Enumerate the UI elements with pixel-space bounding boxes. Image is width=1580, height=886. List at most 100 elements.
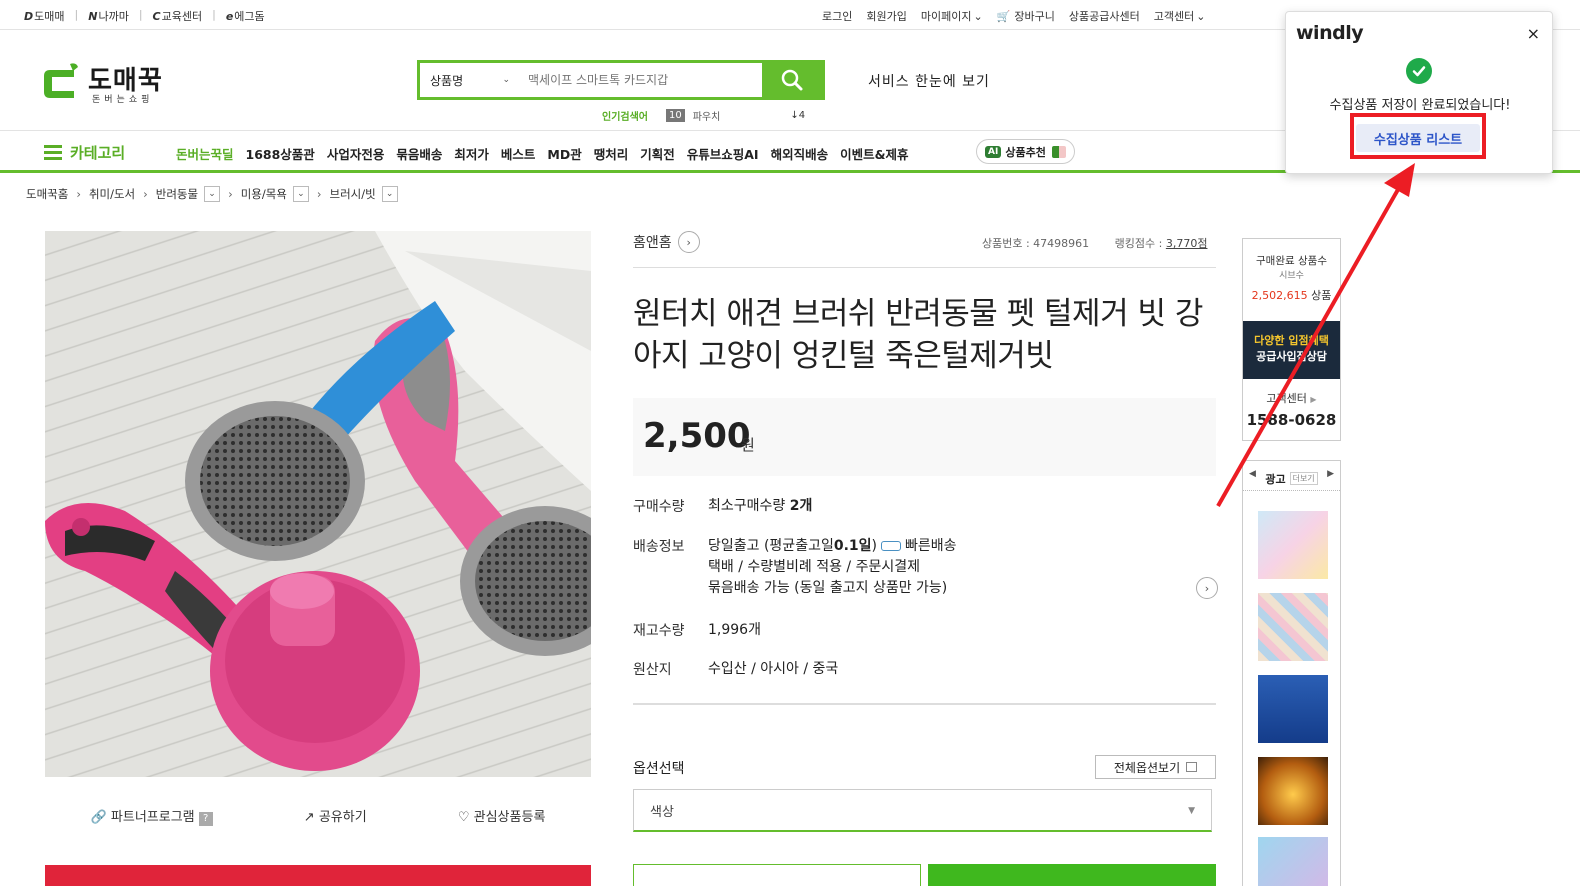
windly-popup: windly × 수집상품 저장이 완료되었습니다! 수집상품 리스트 (1285, 11, 1553, 174)
search-category-select[interactable]: 상품명 ⌄ (420, 63, 518, 97)
service-overview-link[interactable]: 서비스 한눈에 보기 (868, 71, 990, 91)
close-icon[interactable]: × (1527, 24, 1540, 43)
heart-icon: ♡ (457, 810, 470, 825)
family-site-domeme[interactable]: D 도매매 (24, 8, 65, 24)
banner-line2: 공급사입점상담 (1256, 350, 1327, 363)
logo-mark-icon (44, 63, 78, 98)
ad-thumbnail[interactable] (1258, 511, 1328, 579)
product-actions: 🔗 파트너프로그램? ↗ 공유하기 ♡ 관심상품등록 (45, 806, 591, 826)
ad-thumbnail[interactable] (1258, 593, 1328, 661)
separator: | (138, 8, 143, 21)
ad-thumbnail[interactable] (1258, 837, 1328, 886)
shipping-detail-chevron-icon[interactable]: › (1196, 577, 1218, 599)
ai-recommend-button[interactable]: AI 상품추천 (976, 139, 1075, 164)
chevron-right-icon: › (228, 187, 233, 201)
cs-label: 고객센터 (1266, 392, 1307, 405)
supplier-center-link[interactable]: 상품공급사센터 (1069, 8, 1140, 24)
family-site-education[interactable]: C 교육센터 (153, 8, 203, 24)
wishlist-button[interactable]: ♡ 관심상품등록 (458, 806, 546, 826)
nav-item-business[interactable]: 사업자전용 (327, 144, 385, 163)
breadcrumb-level2[interactable]: 반려동물 (156, 186, 198, 202)
popup-brand: windly (1296, 22, 1364, 44)
breadcrumb-level1[interactable]: 취미/도서 (89, 186, 135, 202)
cs-link[interactable]: 고객센터 ▶ (1243, 390, 1340, 406)
shipping-key: 배송정보 (633, 539, 685, 555)
origin-row: 원산지 수입산 / 아시아 / 중국 (633, 659, 838, 680)
ad-thumbnail[interactable] (1258, 757, 1328, 825)
breadcrumb-dropdown[interactable]: ⌄ (204, 186, 221, 202)
popular-keywords: 인기검색어 10 파우치 ↓4 (602, 108, 805, 123)
search-input[interactable] (518, 63, 762, 97)
search-button[interactable] (762, 63, 822, 97)
cart-icon: 🛒 (996, 10, 1011, 23)
price-currency: 원 (741, 436, 755, 454)
caret-right-icon: ▶ (1310, 395, 1317, 404)
nav-item-special[interactable]: 기획전 (640, 144, 675, 163)
buy-now-button[interactable] (928, 864, 1216, 886)
domeme-mark: D (24, 9, 34, 23)
qty-key: 구매수량 (633, 499, 685, 515)
separator: | (212, 8, 216, 21)
category-menu-button[interactable]: 카테고리 (44, 142, 125, 163)
login-link[interactable]: 로그인 (822, 8, 852, 24)
ship-line2: 택배 / 수량별비례 적용 / 주문시결제 (708, 559, 921, 575)
nav-item-lowest[interactable]: 최저가 (454, 144, 489, 163)
product-number: 상품번호 : 47498961 (982, 237, 1090, 250)
chevron-right-icon: › (316, 187, 322, 201)
nav-item-deal[interactable]: 돈버는꾹딜 (176, 144, 234, 163)
cart-add-button[interactable] (633, 864, 921, 886)
qty-bold: 2개 (789, 498, 813, 514)
stock-key: 재고수량 (633, 623, 685, 639)
share-button[interactable]: ↗ 공유하기 (304, 806, 367, 826)
nav-item-youtube[interactable]: 유튜브쇼핑AI (687, 144, 759, 163)
supplier-banner[interactable]: 다양한 입점혜택 공급사입점상담 (1243, 321, 1340, 379)
product-image[interactable] (45, 231, 591, 777)
option-select-value: 색상 (650, 804, 674, 820)
breadcrumb-home[interactable]: 도매꾹홈 (26, 186, 68, 202)
ai-label: 상품추천 (1005, 145, 1046, 159)
join-link[interactable]: 회원가입 (866, 8, 906, 24)
store-link[interactable]: 홈앤홈 › (633, 231, 700, 253)
education-mark: C (152, 9, 161, 23)
nav-item-best[interactable]: 베스트 (501, 144, 536, 163)
ship-line1a: 당일출고 (평균출고일 (708, 538, 834, 554)
sold-unit: 상품 (1307, 289, 1332, 302)
mypage-menu[interactable]: 마이페이지 ⌄ (921, 8, 983, 24)
breadcrumb-level4[interactable]: 브러시/빗 (330, 186, 376, 202)
nav-item-event[interactable]: 이벤트&제휴 (840, 144, 908, 163)
family-site-nakama[interactable]: N 나까마 (88, 8, 129, 24)
all-options-button[interactable]: 전체옵션보기 (1095, 755, 1216, 779)
cart-link[interactable]: 🛒 장바구니 (997, 8, 1055, 24)
nav-item-md[interactable]: MD관 (547, 144, 581, 163)
partner-label: 파트너프로그램 (110, 810, 195, 825)
breadcrumb-dropdown[interactable]: ⌄ (292, 186, 309, 202)
ad-thumbnail[interactable] (1258, 675, 1328, 743)
store-name: 홈앤홈 (633, 235, 672, 251)
nav-item-bundle[interactable]: 묶음배송 (396, 144, 442, 163)
nav-item-clearance[interactable]: 땡처리 (594, 144, 629, 163)
price-box: 2,500 원 (633, 398, 1216, 476)
nav-item-1688[interactable]: 1688상품관 (246, 144, 315, 163)
origin-key: 원산지 (633, 662, 672, 678)
cs-label: 고객센터 (1153, 10, 1195, 23)
promo-banner[interactable] (45, 865, 591, 886)
option-label: 옵션선택 (633, 761, 685, 777)
search-category-label: 상품명 (430, 73, 464, 88)
family-site-eggdome[interactable]: e 에그돔 (226, 8, 265, 24)
partner-program-link[interactable]: 🔗 파트너프로그램? (91, 806, 213, 826)
rank-value[interactable]: 3,770점 (1166, 237, 1208, 250)
site-logo[interactable]: 도매꾹 돈버는쇼핑 (40, 58, 170, 105)
nav-item-overseas[interactable]: 해외직배송 (771, 144, 829, 163)
breadcrumb-level3[interactable]: 미용/목욕 (241, 186, 287, 202)
ad-more[interactable]: 더보기 (1289, 472, 1318, 485)
popular-keyword[interactable]: 파우치 (693, 108, 721, 123)
popular-delta: ↓4 (790, 110, 806, 121)
help-icon[interactable]: ? (198, 812, 213, 826)
breadcrumb-dropdown[interactable]: ⌄ (381, 186, 398, 202)
option-select[interactable]: 색상 ▼ (633, 789, 1212, 832)
category-label: 카테고리 (70, 144, 126, 162)
chevron-down-icon: ⌄ (973, 10, 983, 23)
sold-value: 2,502,615 (1251, 289, 1308, 302)
sold-count: 2,502,615 상품 (1243, 287, 1340, 303)
customer-center-menu[interactable]: 고객센터 ⌄ (1154, 8, 1206, 24)
